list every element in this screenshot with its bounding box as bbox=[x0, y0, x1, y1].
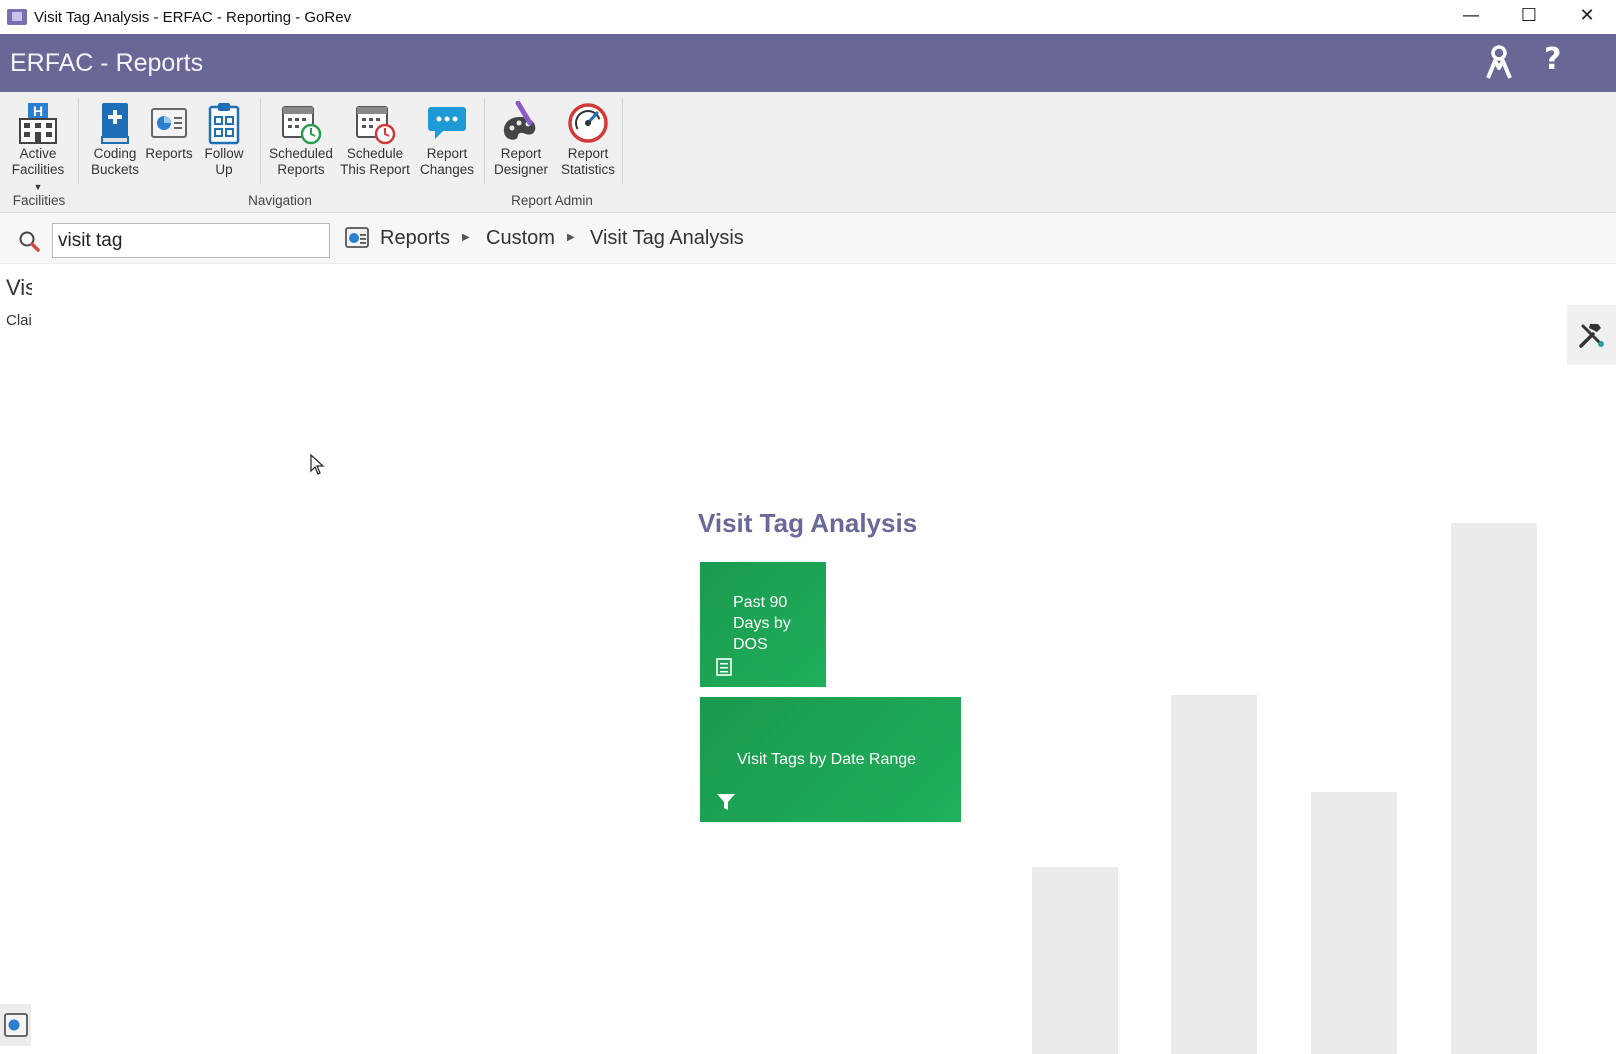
svg-text:H: H bbox=[33, 103, 43, 119]
app-header: ERFAC - Reports ? bbox=[0, 34, 1616, 92]
chevron-down-icon: ▼ bbox=[33, 182, 43, 192]
document-icon bbox=[716, 658, 732, 681]
gauge-icon bbox=[566, 100, 610, 146]
page-title: Visit Tag Analysis bbox=[698, 508, 918, 538]
ribbon-group-report-admin: Report Admin bbox=[511, 193, 593, 208]
report-designer-button[interactable]: Report Designer bbox=[492, 100, 550, 178]
users-icon[interactable] bbox=[1484, 44, 1514, 88]
background-bar bbox=[1171, 695, 1257, 1054]
chevron-right-icon: ▶ bbox=[462, 232, 470, 243]
tools-button[interactable] bbox=[1567, 305, 1616, 365]
minimize-button[interactable]: — bbox=[1442, 0, 1500, 30]
clipboard-icon bbox=[202, 100, 246, 146]
ribbon-separator bbox=[260, 98, 261, 184]
calendar-clock-green-icon bbox=[279, 100, 323, 146]
tile-past-90-days[interactable]: Past 90 Days by DOS bbox=[700, 562, 826, 687]
help-icon[interactable]: ? bbox=[1544, 42, 1561, 77]
coding-buckets-button[interactable]: Coding Buckets bbox=[90, 100, 140, 178]
report-icon[interactable] bbox=[344, 225, 370, 256]
ribbon-toolbar: H Active Facilities ▼ Coding Buckets Rep… bbox=[0, 92, 1616, 213]
report-changes-button[interactable]: Report Changes bbox=[418, 100, 476, 178]
calendar-clock-red-icon bbox=[353, 100, 397, 146]
breadcrumb-visit-tag-analysis[interactable]: Visit Tag Analysis bbox=[590, 227, 744, 250]
ribbon-separator bbox=[622, 98, 623, 184]
reports-label: Reports bbox=[145, 146, 193, 161]
side-panel-title: Vis bbox=[6, 275, 32, 300]
coding-buckets-label: Coding Buckets bbox=[90, 146, 140, 177]
background-bar bbox=[1311, 792, 1397, 1054]
chat-bubble-icon bbox=[425, 100, 469, 146]
search-icon bbox=[18, 230, 40, 257]
tools-icon bbox=[1578, 324, 1604, 348]
schedule-this-report-label: Schedule This Report bbox=[340, 146, 410, 177]
window-controls: — ☐ ✕ bbox=[1442, 0, 1616, 34]
window-titlebar: Visit Tag Analysis - ERFAC - Reporting -… bbox=[0, 0, 1616, 34]
search-breadcrumb-bar: Reports ▶ Custom ▶ Visit Tag Analysis bbox=[0, 214, 1616, 264]
window-title: Visit Tag Analysis - ERFAC - Reporting -… bbox=[34, 8, 352, 26]
mouse-cursor-icon bbox=[310, 453, 326, 481]
app-title: ERFAC - Reports bbox=[10, 49, 204, 77]
ribbon-group-navigation: Navigation bbox=[248, 193, 312, 208]
app-logo-icon bbox=[7, 9, 27, 25]
tile-visit-tags-by-date-range[interactable]: Visit Tags by Date Range bbox=[700, 697, 961, 822]
ribbon-group-facilities: Facilities bbox=[12, 193, 66, 208]
side-panel-subtitle: Clai bbox=[6, 312, 32, 329]
follow-up-label: Follow Up bbox=[204, 146, 244, 177]
report-changes-label: Report Changes bbox=[419, 146, 475, 177]
filter-icon bbox=[716, 792, 736, 817]
hospital-icon: H bbox=[16, 100, 60, 146]
report-statistics-label: Report Statistics bbox=[560, 146, 615, 177]
maximize-button[interactable]: ☐ bbox=[1500, 0, 1558, 30]
tile-label: Past 90 Days by DOS bbox=[733, 594, 791, 653]
breadcrumb-reports[interactable]: Reports bbox=[380, 227, 450, 250]
breadcrumb-custom[interactable]: Custom bbox=[486, 227, 555, 250]
tile-label: Visit Tags by Date Range bbox=[737, 751, 917, 768]
report-statistics-button[interactable]: Report Statistics bbox=[556, 100, 620, 178]
report-icon[interactable] bbox=[0, 1004, 31, 1046]
active-facilities-label: Active Facilities ▼ bbox=[11, 146, 65, 192]
palette-icon bbox=[499, 100, 543, 146]
chevron-right-icon: ▶ bbox=[567, 232, 575, 243]
scheduled-reports-button[interactable]: Scheduled Reports bbox=[268, 100, 334, 178]
follow-up-button[interactable]: Follow Up bbox=[200, 100, 248, 178]
search-input[interactable] bbox=[52, 223, 330, 258]
ribbon-separator bbox=[78, 98, 79, 184]
background-bar bbox=[1451, 523, 1537, 1054]
scheduled-reports-label: Scheduled Reports bbox=[269, 146, 333, 177]
schedule-this-report-button[interactable]: Schedule This Report bbox=[338, 100, 412, 178]
report-icon bbox=[147, 100, 191, 146]
active-facilities-button[interactable]: H Active Facilities ▼ bbox=[6, 100, 70, 195]
background-bar bbox=[1032, 867, 1118, 1054]
close-button[interactable]: ✕ bbox=[1558, 0, 1616, 30]
medical-book-icon bbox=[93, 100, 137, 146]
report-designer-label: Report Designer bbox=[493, 146, 549, 177]
ribbon-separator bbox=[484, 98, 485, 184]
reports-button[interactable]: Reports bbox=[144, 100, 194, 162]
